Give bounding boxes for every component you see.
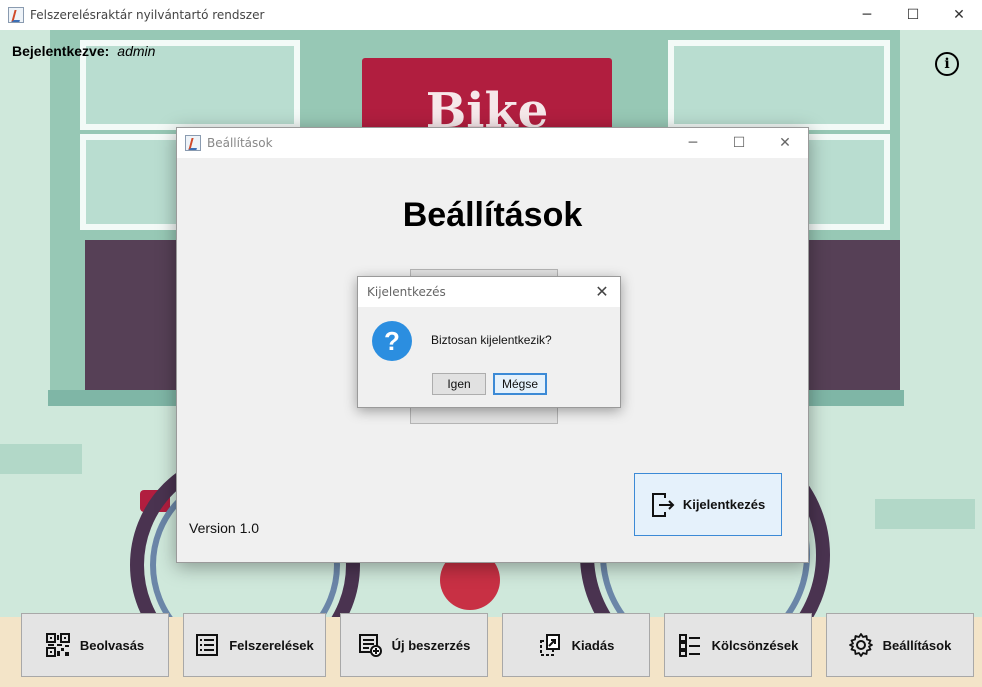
settings-maximize-button[interactable]: ☐	[716, 128, 762, 158]
logout-button[interactable]: Kijelentkezés	[634, 473, 782, 536]
java-app-icon	[8, 7, 24, 23]
yes-button[interactable]: Igen	[432, 373, 486, 395]
nav-label: Felszerelések	[229, 637, 314, 653]
settings-titlebar: Beállítások ─ ☐ ✕	[177, 128, 808, 158]
settings-close-button[interactable]: ✕	[762, 128, 808, 158]
nav-label: Beállítások	[882, 637, 952, 653]
nav-button-handout[interactable]: Kiadás	[502, 613, 650, 677]
version-label: Version 1.0	[189, 520, 260, 536]
window-controls: ─ ☐ ✕	[844, 0, 982, 30]
close-button[interactable]: ✕	[936, 0, 982, 30]
list-icon	[196, 634, 219, 656]
nav-button-settings[interactable]: Beállítások	[826, 613, 974, 677]
confirm-titlebar: Kijelentkezés ✕	[358, 277, 620, 307]
minimize-button[interactable]: ─	[844, 0, 890, 30]
settings-window-controls: ─ ☐ ✕	[670, 128, 808, 158]
login-status: Bejelentkezve: admin	[12, 43, 155, 59]
checklist-icon	[678, 634, 700, 657]
gear-icon	[848, 633, 873, 657]
nav-label: Kiadás	[571, 637, 615, 653]
nav-label: Beolvasás	[79, 637, 145, 653]
main-titlebar: Felszerelésraktár nyilvántartó rendszer …	[0, 0, 982, 30]
nav-button-equipment[interactable]: Felszerelések	[183, 613, 326, 677]
nav-label: Új beszerzés	[391, 637, 471, 653]
nav-label: Kölcsönzések	[711, 637, 799, 653]
background-strip	[0, 444, 82, 474]
java-app-icon	[185, 135, 201, 151]
nav-button-scan[interactable]: Beolvasás	[21, 613, 169, 677]
handout-icon	[539, 634, 560, 656]
logout-icon	[651, 492, 675, 517]
qr-code-icon	[45, 633, 70, 657]
window-title: Felszerelésraktár nyilvántartó rendszer	[30, 8, 265, 22]
logout-confirm-dialog: Kijelentkezés ✕ ? Biztosan kijelentkezik…	[357, 276, 621, 408]
background-strip	[875, 499, 975, 529]
logout-label: Kijelentkezés	[682, 497, 766, 512]
settings-window-title: Beállítások	[207, 136, 273, 150]
logged-in-user: admin	[117, 43, 156, 59]
nav-button-new-purchase[interactable]: Új beszerzés	[340, 613, 488, 677]
settings-minimize-button[interactable]: ─	[670, 128, 716, 158]
info-icon[interactable]: i	[935, 52, 959, 76]
add-list-icon	[358, 634, 382, 657]
maximize-button[interactable]: ☐	[890, 0, 936, 30]
nav-button-loans[interactable]: Kölcsönzések	[664, 613, 812, 677]
background-window-pane	[668, 40, 890, 130]
confirm-message: Biztosan kijelentkezik?	[431, 333, 552, 347]
confirm-title: Kijelentkezés	[367, 285, 446, 299]
login-status-label: Bejelentkezve:	[12, 43, 110, 59]
question-icon: ?	[372, 321, 412, 361]
cancel-button[interactable]: Mégse	[493, 373, 547, 395]
confirm-close-button[interactable]: ✕	[592, 281, 612, 301]
settings-heading: Beállítások	[402, 196, 583, 234]
